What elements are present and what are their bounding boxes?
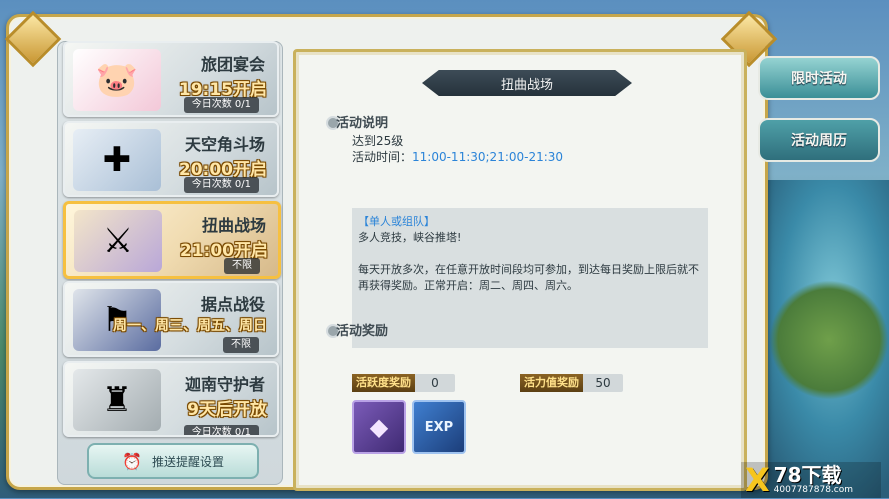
tab-activity-calendar[interactable]: 活动周历	[758, 118, 880, 162]
vitality-reward-value: 50	[595, 376, 611, 390]
desc-line: 多人竞技，峡谷推塔!	[358, 231, 462, 244]
exp-icon: EXP	[424, 419, 454, 435]
activity-count: 不限	[224, 258, 260, 274]
activity-name: 据点战役	[200, 295, 265, 314]
activity-list[interactable]: 🐷 旅团宴会 19:15开启 今日次数 0/1 ✚ 天空角斗场 20:00开启 …	[57, 41, 283, 485]
pig-mascot-icon: 🐷	[73, 49, 161, 111]
activity-count: 今日次数 0/1	[183, 97, 259, 113]
alarm-clock-icon: ⏰	[122, 451, 142, 471]
tab-label: 限时活动	[791, 71, 847, 87]
time-label: 活动时间：	[352, 150, 413, 164]
detail-title: 扭曲战场	[422, 70, 632, 96]
activity-count: 今日次数 0/1	[183, 425, 259, 435]
reward-item-exp[interactable]: EXP	[412, 400, 466, 454]
activity-name: 迦南守护者	[184, 375, 265, 394]
fortress-icon: ♜	[73, 369, 161, 431]
activity-time-line: 活动时间：11:00-11:30;21:00-21:30	[352, 148, 563, 165]
activity-item-canaan-guardian[interactable]: ♜ 迦南守护者 9天后开放 今日次数 0/1	[63, 361, 279, 437]
activity-name: 扭曲战场	[201, 216, 266, 235]
activity-item-sky-arena[interactable]: ✚ 天空角斗场 20:00开启 今日次数 0/1	[63, 121, 279, 197]
active-reward-value: 0	[431, 376, 439, 390]
frame-ornament-icon	[4, 10, 62, 68]
vitality-reward-label: 活力值奖励	[520, 374, 583, 392]
watermark-url: 4007787878.com	[773, 484, 854, 495]
tab-limited-activity[interactable]: 限时活动	[758, 56, 880, 100]
remind-button-label: 推送提醒设置	[151, 454, 224, 469]
active-reward: 活跃度奖励 0	[352, 374, 455, 392]
background-island	[769, 280, 889, 400]
activity-item-banquet[interactable]: 🐷 旅团宴会 19:15开启 今日次数 0/1	[63, 41, 279, 117]
desc-section-title: 活动说明	[336, 116, 389, 131]
description-box: 【单人或组队】 多人竞技，峡谷推塔! 每天开放多次，在任意开放时间段均可参加，到…	[352, 208, 708, 348]
activity-name: 天空角斗场	[184, 135, 265, 154]
watermark-brand: 78下载	[773, 462, 842, 487]
vitality-reward: 活力值奖励 50	[520, 374, 623, 392]
tab-label: 活动周历	[791, 133, 847, 149]
desc-tag: 【单人或组队】	[358, 215, 435, 228]
activity-count: 今日次数 0/1	[183, 177, 259, 193]
cross-emblem-icon: ✚	[73, 129, 161, 191]
watermark-logo-icon: X	[745, 461, 770, 499]
hero-portrait-icon: ⚔	[74, 210, 162, 272]
desc-paragraph: 每天开放多次，在任意开放时间段均可参加，到达每日奖励上限后就不再获得奖励。正常开…	[358, 263, 699, 292]
level-requirement: 达到25级	[352, 134, 404, 148]
activity-time: 周一、周三、周五、周日	[113, 318, 267, 334]
site-watermark: X 78下载 4007787878.com	[741, 461, 881, 499]
reward-item-crystal[interactable]: ◆	[352, 400, 406, 454]
reward-section-title: 活动奖励	[336, 324, 389, 339]
activity-count: 不限	[223, 337, 259, 353]
activity-name: 旅团宴会	[200, 55, 265, 74]
crystal-icon: ◆	[369, 413, 389, 441]
activity-detail-panel: 扭曲战场 活动说明 达到25级 活动时间：11:00-11:30;21:00-2…	[293, 49, 747, 491]
time-value: 11:00-11:30;21:00-21:30	[412, 150, 564, 164]
activity-item-twisted-battlefield[interactable]: ⚔ 扭曲战场 21:00开启 不限	[63, 201, 281, 279]
activity-item-stronghold[interactable]: ⚑ 据点战役 周一、周三、周五、周日 不限	[63, 281, 279, 357]
activity-time: 9天后开放	[187, 400, 267, 420]
activity-window: 🐷 旅团宴会 19:15开启 今日次数 0/1 ✚ 天空角斗场 20:00开启 …	[4, 10, 778, 491]
active-reward-label: 活跃度奖励	[352, 374, 415, 392]
push-reminder-button[interactable]: ⏰ 推送提醒设置	[87, 443, 259, 479]
